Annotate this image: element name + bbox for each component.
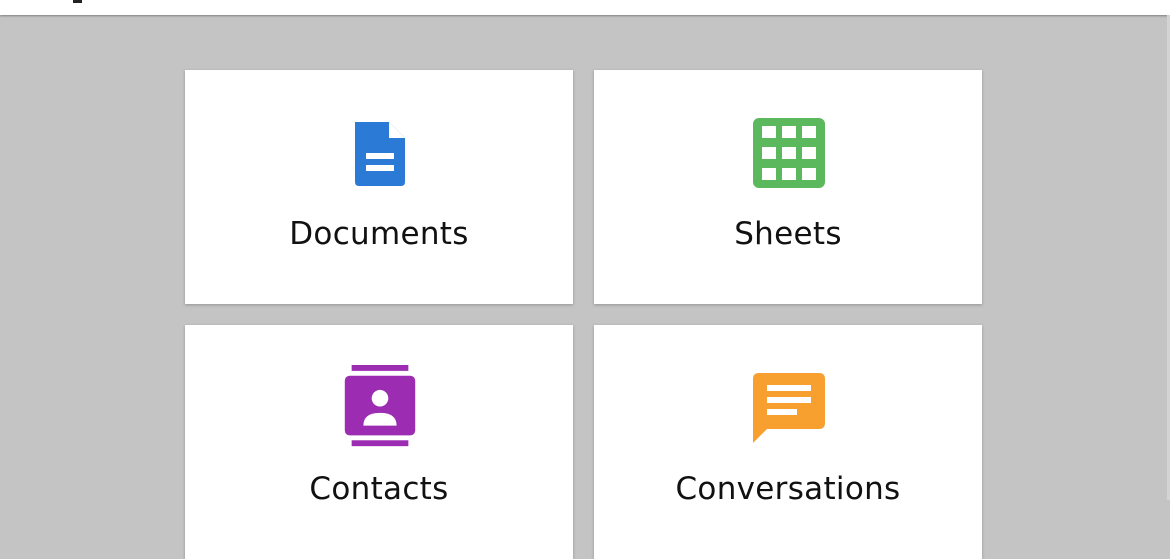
sheets-card[interactable]: Sheets xyxy=(594,70,982,304)
document-icon xyxy=(355,122,405,186)
sheets-label: Sheets xyxy=(734,216,842,252)
chat-bubble-icon xyxy=(753,373,825,443)
app-bar-mark xyxy=(73,0,82,3)
spreadsheet-grid-icon xyxy=(753,118,825,188)
documents-card[interactable]: Documents xyxy=(185,70,573,304)
top-app-bar xyxy=(0,0,1170,15)
conversations-label: Conversations xyxy=(675,471,901,507)
documents-label: Documents xyxy=(289,216,469,252)
contacts-card[interactable]: Contacts xyxy=(185,325,573,559)
contact-book-icon xyxy=(344,365,416,447)
conversations-card[interactable]: Conversations xyxy=(594,325,982,559)
contacts-label: Contacts xyxy=(309,471,449,507)
